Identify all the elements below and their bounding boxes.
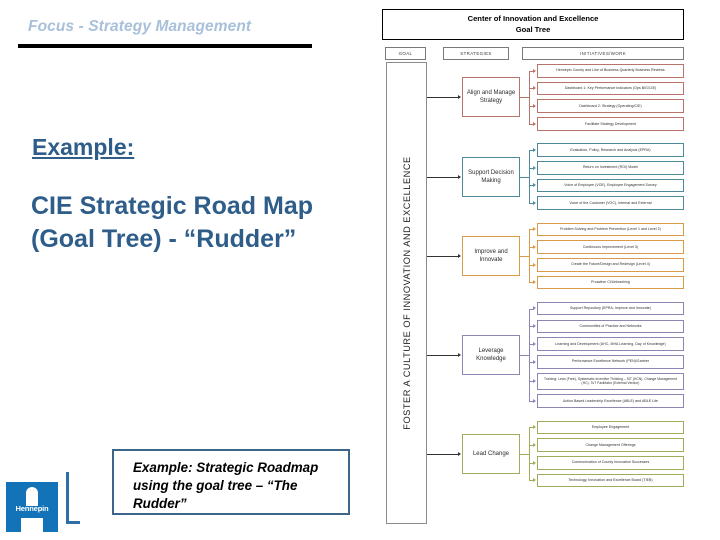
initiative-box: Voice of the Customer (VOC), Internal an… [537,196,684,210]
initiative-box: Performance Excellence Network (PEN)/Gar… [537,355,684,369]
goal-tree-header-line1: Center of Innovation and Excellence [467,14,599,23]
initiative-box: Hennepin County and Line of Business Qua… [537,64,684,78]
hennepin-logo: Hennepin [6,482,58,532]
initiative-box: Dashboard 1: Key Performance Indicators … [537,81,684,96]
arrow-bus-to-initiative [533,86,536,91]
initiative-box: Action Based Leadership Excellence (ABLE… [537,394,684,408]
initiative-box: Problem Solving and Problem Prevention (… [537,222,684,237]
arrow-bus-to-initiative [533,379,536,384]
goal-text: FOSTER A CULTURE OF INNOVATION AND EXCEL… [401,156,412,430]
connector-bus-spine [529,427,530,481]
arrow-bus-to-initiative [533,244,536,249]
initiative-box: Facilitate Strategy Development [537,117,684,131]
logo-divider-foot [66,521,80,524]
caption-box: Example: Strategic Roadmap using the goa… [112,449,350,515]
strategy-box: Support Decision Making [462,156,520,197]
initiative-box: Create the Future/Design and Redesign (L… [537,258,684,272]
arrow-goal-to-strategy [458,253,461,258]
column-header-strategies: STRATEGIES [443,47,509,60]
arrow-bus-to-initiative [533,306,536,311]
arrow-bus-to-initiative [533,183,536,188]
initiative-box: Learning and Development (UHC, MHA Learn… [537,337,684,351]
arrow-goal-to-strategy [458,451,461,456]
logo-wordmark: Hennepin [15,504,49,513]
connector-goal-to-strategy [427,97,458,99]
logo-divider-line [66,472,69,524]
arrow-bus-to-initiative [533,442,536,447]
arrow-bus-to-initiative [533,341,536,346]
strategy-box: Leverage Knowledge [462,334,520,375]
connector-goal-to-strategy [427,176,458,178]
initiative-box: Change Management Offerings [537,438,684,452]
initiative-box: Voice of Employee (VOE), Employee Engage… [537,178,684,193]
page-title: Focus - Strategy Management [28,18,252,35]
goal-tree-header-line2: Goal Tree [515,25,551,34]
arrow-bus-to-initiative [533,460,536,465]
connector-bus-spine [529,70,530,124]
arrow-bus-to-initiative [533,121,536,126]
connector-bus-spine [529,150,530,204]
arrow-bus-to-initiative [533,227,536,232]
arrow-goal-to-strategy [458,352,461,357]
initiative-box: Communities of Practice and Networks [537,319,684,334]
arrow-bus-to-initiative [533,324,536,329]
arrow-bus-to-initiative [533,478,536,483]
strategy-box: Lead Change [462,433,520,474]
caption-text: Example: Strategic Roadmap using the goa… [133,460,319,512]
connector-strategy-to-bus [520,176,529,178]
example-body-text: CIE Strategic Road Map (Goal Tree) - “Ru… [31,192,313,253]
arrow-bus-to-initiative [533,280,536,285]
arrow-bus-to-initiative [533,398,536,403]
initiative-box: Support Repository (EPRA, Improve and In… [537,301,684,316]
connector-bus-spine [529,308,530,402]
title-underline-rule [18,44,312,48]
connector-strategy-to-bus [520,255,529,257]
initiative-box: Dashboard 2: Strategy (Operating/CIE) [537,99,684,113]
initiative-box: Evaluation, Policy, Research and Analysi… [537,143,684,157]
arrow-goal-to-strategy [458,174,461,179]
initiative-box: Communication of County Innovation Succe… [537,456,684,470]
initiative-box: Training: Lean (Free), Systematic Invent… [537,372,684,391]
goal-tree-diagram: Center of Innovation and Excellence Goal… [374,0,720,540]
example-label: Example: [32,134,135,160]
column-header-goal: GOAL [385,47,426,60]
arrow-bus-to-initiative [533,165,536,170]
initiative-box: Employee Engagement [537,420,684,435]
connector-goal-to-strategy [427,453,458,455]
connector-strategy-to-bus [520,354,529,356]
arrow-bus-to-initiative [533,68,536,73]
arrow-bus-to-initiative [533,200,536,205]
arrow-bus-to-initiative [533,147,536,152]
initiative-box: Technology, Innovation and Excellence Bo… [537,473,684,488]
initiative-box: Return on Investment (ROI) Model [537,161,684,175]
goal-tree-header: Center of Innovation and Excellence Goal… [382,9,684,40]
connector-goal-to-strategy [427,354,458,356]
initiative-box: Continuous Improvement (Level 3) [537,240,684,254]
arrow-bus-to-initiative [533,359,536,364]
goal-box: FOSTER A CULTURE OF INNOVATION AND EXCEL… [386,62,427,524]
connector-strategy-to-bus [520,453,529,455]
strategy-box: Improve and Innovate [462,235,520,276]
arrow-goal-to-strategy [458,95,461,100]
arrow-bus-to-initiative [533,425,536,430]
slide-left-panel: Focus - Strategy Management Example: CIE… [0,0,372,540]
arrow-bus-to-initiative [533,262,536,267]
connector-strategy-to-bus [520,97,529,99]
initiative-box: Proactive CI/Unleashing [537,275,684,290]
column-header-initiatives: INITIATIVES/WORK [522,47,684,60]
connector-bus-spine [529,229,530,283]
strategy-box: Align and Manage Strategy [462,77,520,118]
arrow-bus-to-initiative [533,103,536,108]
connector-goal-to-strategy [427,255,458,257]
